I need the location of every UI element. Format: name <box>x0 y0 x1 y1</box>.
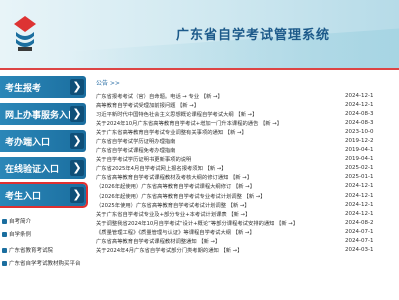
breadcrumb[interactable]: 公告 >> <box>96 78 399 87</box>
list-item[interactable]: 广东省自学考试学历证明办理指南 2019-12-2 <box>96 136 399 145</box>
nav-item-register-exam[interactable]: 考生报考 ❯ <box>0 76 86 98</box>
side-link-label: 广东省自学考试教材购买平台 <box>9 261 81 267</box>
news-title-link[interactable]: 高等教育自学考试受理加前报问题 【新 →】 <box>96 101 199 109</box>
list-item[interactable]: 广东省自学考试课程免考办理指南 2019-04-1 <box>96 146 399 155</box>
bullet-icon <box>2 231 7 237</box>
chevron-right-icon: ❯ <box>70 187 84 203</box>
news-date: 2024-07-1 <box>345 238 374 245</box>
list-item[interactable]: 习近平新时代中国特色社会主义思想概论课程自学考试大纲 【新 →】 2024-08-… <box>96 109 399 118</box>
left-nav: 考生报考 ❯ 网上办事服务入口 ❯ 考办端入口 ❯ 在线验证入口 ❯ 考生入口 … <box>0 76 88 211</box>
news-date: 2024-03-1 <box>345 247 374 254</box>
bullet-icon <box>2 218 7 224</box>
side-link-textbook-platform[interactable]: 广东省自学考试教材购买平台 <box>2 258 90 268</box>
nav-item-label: 在线验证入口 <box>5 164 60 175</box>
site-header: 广东省自学考试管理系统 <box>0 0 399 68</box>
news-date: 2024-08-3 <box>345 110 374 117</box>
nav-item-office-portal[interactable]: 考办端入口 ❯ <box>0 130 86 152</box>
news-date: 2024-12-1 <box>345 101 374 108</box>
list-item[interactable]: 广东省高等教育自学考试课程教材及考核大纲的修订通知 【新 →】 2025-01-1 <box>96 173 399 182</box>
news-date: 2019-04-1 <box>345 147 374 154</box>
news-title-link[interactable]: （2025年使用）广东省高等教育自学考试考试计划调整 【新 →】 <box>96 201 250 209</box>
news-title-link[interactable]: 关于广东省自学考试专业及+部分专业+本考试计划课表 【新 →】 <box>96 210 250 218</box>
news-title-link[interactable]: 《质量管理工程》《质量管理与认证》等课程自学考试大纲 【新 →】 <box>96 228 255 236</box>
side-link-label: 自学条例 <box>9 232 32 238</box>
news-list: 广东省报考考试（官）自命题。电话 → 专业 【新 →】 2024-12-1 高等教育… <box>96 91 399 255</box>
list-item[interactable]: 广东省2025年4月自学考试网上报名报考须知 【新 →】 2025-02-1 <box>96 164 399 173</box>
news-date: 2024-12-1 <box>345 183 374 190</box>
notice-list: 公告 >> 广东省报考考试（官）自命题。电话 → 专业 【新 →】 2024-12… <box>96 78 399 255</box>
news-date: 2024-12-1 <box>345 92 374 99</box>
news-date: 2024-12-1 <box>345 201 374 208</box>
list-item[interactable]: （2026年起使用）广东省高等教育自学考试课程大纲修订 【新 →】 2024-12… <box>96 182 399 191</box>
news-date: 2019-04-1 <box>345 156 374 163</box>
news-title-link[interactable]: 广东省报考考试（官）自命题。电话 → 专业 【新 →】 <box>96 92 223 100</box>
side-link-intro[interactable]: 自考简介 <box>2 216 90 226</box>
list-item[interactable]: （2025年使用）广东省高等教育自学考试考试计划调整 【新 →】 2024-12-… <box>96 200 399 209</box>
news-title-link[interactable]: 广东省自学考试课程免考办理指南 <box>96 146 175 154</box>
news-date: 2023-10-0 <box>345 128 374 135</box>
news-title-link[interactable]: 关于广东省高等教育自学考试专业调整有关事项的通知 【新 →】 <box>96 128 247 136</box>
list-item[interactable]: 关于广东省自学考试专业及+部分专业+本考试计划课表 【新 →】 2024-12-1 <box>96 209 399 218</box>
list-item[interactable]: 高等教育自学考试受理加前报问题 【新 →】 2024-12-1 <box>96 100 399 109</box>
list-item[interactable]: （2026年起使用）广东省高等教育自学考试专业考试计划调整 【新 →】 2024-… <box>96 191 399 200</box>
news-title-link[interactable]: 关于自学考试学历证明书更新事项的说明 <box>96 155 191 163</box>
nav-item-label: 网上办事服务入口 <box>5 110 78 121</box>
side-link-regulations[interactable]: 自学条例 <box>2 229 90 239</box>
news-date: 2024-08-2 <box>345 219 374 226</box>
list-item[interactable]: 广东省报考考试（官）自命题。电话 → 专业 【新 →】 2024-12-1 <box>96 91 399 100</box>
news-title-link[interactable]: 广东省高等教育自学考试课程教材调整通知 【新 →】 <box>96 237 220 245</box>
list-item[interactable]: 关于广东省高等教育自学考试专业调整有关事项的通知 【新 →】 2023-10-0 <box>96 127 399 136</box>
nav-item-online-service[interactable]: 网上办事服务入口 ❯ <box>0 103 86 125</box>
nav-item-label: 考生报考 <box>5 83 42 94</box>
side-link-label: 自考简介 <box>9 219 32 225</box>
side-link-exam-authority[interactable]: 广东省教育考试院 <box>2 245 90 255</box>
nav-item-student-portal[interactable]: 考生入口 ❯ <box>0 182 88 208</box>
nav-item-label: 考生入口 <box>5 191 42 202</box>
header-divider <box>0 68 399 70</box>
chevron-right-icon: ❯ <box>70 133 84 149</box>
news-title-link[interactable]: 习近平新时代中国特色社会主义思想概论课程自学考试大纲 【新 →】 <box>96 110 257 118</box>
news-date: 2024-12-1 <box>345 192 374 199</box>
chevron-right-icon: ❯ <box>70 79 84 95</box>
news-date: 2019-12-2 <box>345 138 374 145</box>
side-links: 自考简介 自学条例 广东省教育考试院 广东省自学考试教材购买平台 <box>2 216 90 271</box>
news-date: 2025-02-1 <box>345 165 374 172</box>
emblem-icon <box>14 16 36 51</box>
side-link-label: 广东省教育考试院 <box>9 248 54 254</box>
list-item[interactable]: 关于2024年4月广东省自学考试部分门类考期的通知 【新 →】 2024-03-1 <box>96 246 399 255</box>
news-title-link[interactable]: 关于2024年4月广东省自学考试部分门类考期的通知 【新 →】 <box>96 246 243 254</box>
news-title-link[interactable]: 关于调整我省2024年10月自学考试“设计+概论”等部分课程考试安排的通知 【新… <box>96 219 298 227</box>
news-title-link[interactable]: （2026年起使用）广东省高等教育自学考试专业考试计划调整 【新 →】 <box>96 192 266 200</box>
list-item[interactable]: 《质量管理工程》《质量管理与认证》等课程自学考试大纲 【新 →】 2024-07-… <box>96 227 399 236</box>
list-item[interactable]: 关于调整我省2024年10月自学考试“设计+概论”等部分课程考试安排的通知 【新… <box>96 218 399 227</box>
bullet-icon <box>2 260 7 266</box>
list-item[interactable]: 广东省高等教育自学考试课程教材调整通知 【新 →】 2024-07-1 <box>96 237 399 246</box>
nav-item-online-verify[interactable]: 在线验证入口 ❯ <box>0 157 86 179</box>
news-date: 2024-08-3 <box>345 119 374 126</box>
list-item[interactable]: 关于2024年10月广东省高等教育自学考试+增加一门升本课程的通告 【新 →】 2… <box>96 118 399 127</box>
list-item[interactable]: 关于自学考试学历证明书更新事项的说明 2019-04-1 <box>96 155 399 164</box>
chevron-right-icon: ❯ <box>70 106 84 122</box>
news-title-link[interactable]: 广东省2025年4月自学考试网上报名报考须知 【新 →】 <box>96 164 227 172</box>
bullet-icon <box>2 247 7 253</box>
news-date: 2024-12-1 <box>345 210 374 217</box>
news-date: 2025-01-1 <box>345 174 374 181</box>
news-date: 2024-07-1 <box>345 228 374 235</box>
news-title-link[interactable]: 广东省自学考试学历证明办理指南 <box>96 137 175 145</box>
news-title-link[interactable]: （2026年起使用）广东省高等教育自学考试课程大纲修订 【新 →】 <box>96 182 255 190</box>
chevron-right-icon: ❯ <box>70 160 84 176</box>
site-title: 广东省自学考试管理系统 <box>176 28 331 43</box>
nav-item-label: 考办端入口 <box>5 137 51 148</box>
news-title-link[interactable]: 广东省高等教育自学考试课程教材及考核大纲的修订通知 【新 →】 <box>96 173 252 181</box>
news-title-link[interactable]: 关于2024年10月广东省高等教育自学考试+增加一门升本课程的通告 【新 →】 <box>96 119 282 127</box>
